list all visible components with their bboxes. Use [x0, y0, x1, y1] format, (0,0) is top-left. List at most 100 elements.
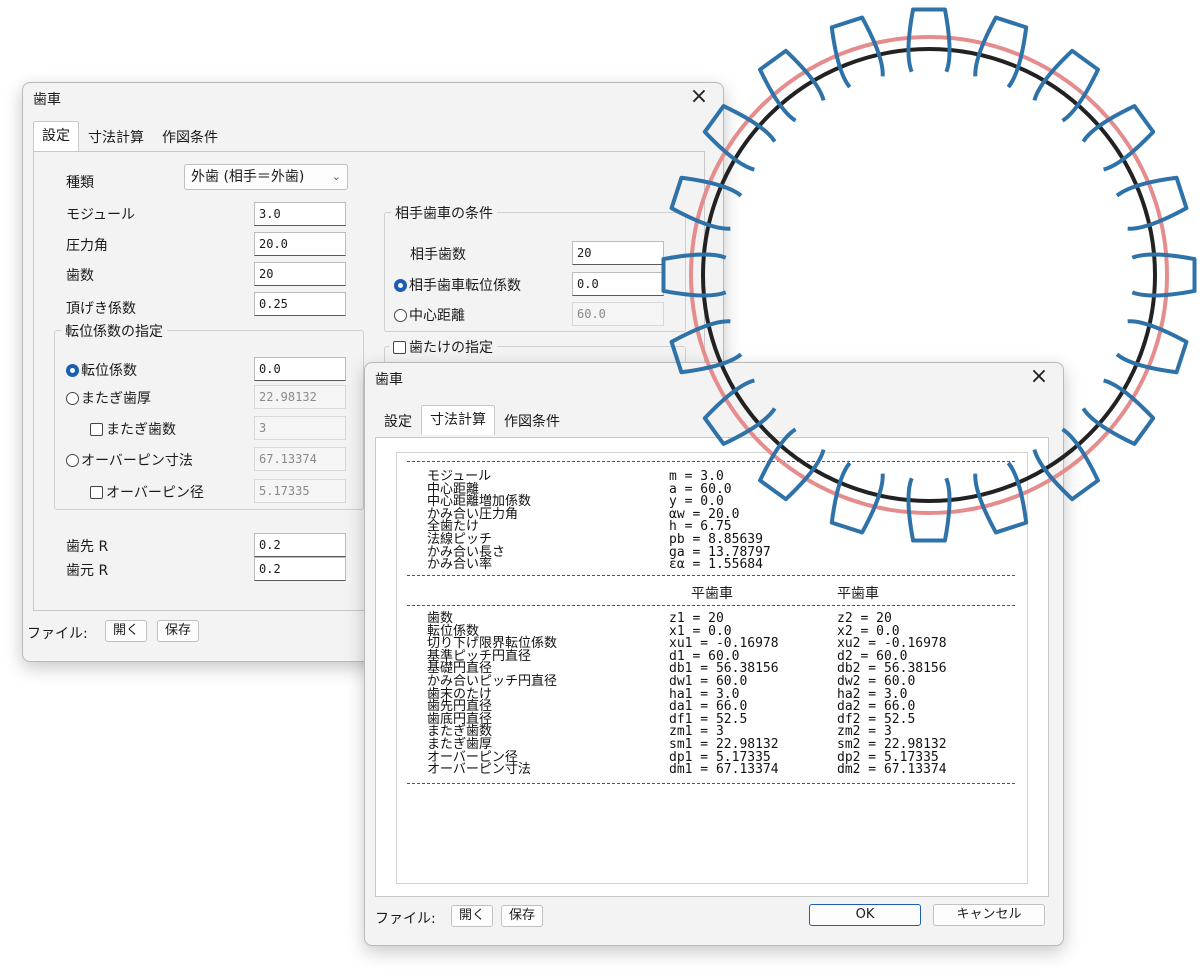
pin-diameter-input: 5.17335	[254, 479, 346, 503]
type-label: 種類	[66, 175, 94, 191]
radio-center-distance[interactable]: 中心距離	[394, 305, 465, 325]
divider	[407, 461, 1015, 462]
gear-tooth	[1032, 48, 1100, 123]
cancel-button[interactable]: キャンセル	[933, 904, 1045, 926]
teeth-count-label: 歯数	[66, 268, 94, 284]
gear-tooth	[758, 48, 826, 123]
tip-r-input[interactable]: 0.2	[254, 533, 346, 557]
tab-dimension-calc[interactable]: 寸法計算	[421, 405, 495, 435]
radio-mate-shift[interactable]: 相手歯車転位係数	[394, 275, 521, 295]
pressure-angle-input[interactable]: 20.0	[254, 232, 346, 256]
radio-span-thickness[interactable]: またぎ歯厚	[66, 388, 151, 408]
root-r-input[interactable]: 0.2	[254, 557, 346, 581]
tab-drawing-conditions[interactable]: 作図条件	[153, 123, 227, 151]
radio-icon	[66, 454, 79, 467]
close-icon[interactable]: ×	[685, 83, 713, 111]
radio-label: またぎ歯厚	[81, 391, 151, 407]
summary-names: モジュール 中心距離 中心距離増加係数 かみ合い圧力角 全歯たけ 法線ピッチ かみ合い長さか…	[427, 470, 531, 573]
checkbox-span-teeth[interactable]: またぎ歯数	[90, 419, 176, 439]
gear-tooth	[973, 15, 1029, 89]
pressure-angle-label: 圧力角	[66, 238, 108, 254]
calc-panel: モジュール 中心距離 中心距離増加係数 かみ合い圧力角 全歯たけ 法線ピッチ かみ合い長さか…	[375, 437, 1049, 897]
mate-teeth-label: 相手歯数	[410, 247, 466, 263]
detail-gear1-values: z1 = 20 x1 = 0.0 xu1 = -0.16978 d1 = 60.0 db…	[669, 612, 779, 778]
column-header-gear1: 平歯車	[691, 586, 733, 602]
radio-label: 転位係数	[81, 363, 137, 379]
summary-item-name: かみ合い率	[427, 557, 493, 573]
gear-tooth	[1115, 175, 1189, 231]
gear-tooth	[829, 15, 885, 89]
summary-values: m = 3.0 a = 60.0 y = 0.0 αw = 20.0 h = 6.75 p…	[669, 470, 771, 573]
close-icon[interactable]: ×	[1025, 363, 1053, 391]
divider	[407, 783, 1015, 784]
radio-label: 中心距離	[409, 308, 465, 324]
teeth-count-input[interactable]: 20	[254, 262, 346, 286]
divider	[407, 575, 1015, 576]
clearance-input[interactable]: 0.25	[254, 292, 346, 316]
tab-bar: 設定 寸法計算 作図条件	[375, 405, 569, 435]
detail-gear2-value: dm2 = 67.13374	[837, 762, 947, 778]
summary-item-value: εα = 1.55684	[669, 557, 763, 573]
divider	[407, 605, 1015, 606]
dialog-title: 歯車	[375, 372, 403, 388]
file-label: ファイル:	[375, 911, 436, 927]
shift-coefficient-input[interactable]: 0.0	[254, 357, 346, 381]
tip-r-label: 歯先 R	[66, 539, 109, 555]
radio-over-pin[interactable]: オーバーピン寸法	[66, 450, 193, 470]
dialog-title: 歯車	[33, 92, 61, 108]
chevron-down-icon: ⌄	[331, 170, 341, 183]
gear-dimension-dialog: 歯車 × 設定 寸法計算 作図条件 モジュール 中心距離 中心距離増加係数 かみ合い圧…	[364, 362, 1064, 946]
shift-group-title: 転位係数の指定	[61, 321, 167, 341]
detail-names: 歯数 転位係数 切り下げ限界転位係数 基準ピッチ円直径 基礎円直径 かみ合いピッチ円直径歯…	[427, 612, 557, 778]
open-button[interactable]: 開く	[451, 905, 493, 927]
tab-dimension-calc[interactable]: 寸法計算	[79, 123, 153, 151]
detail-item-name: オーバーピン寸法	[427, 762, 531, 778]
save-button[interactable]: 保存	[501, 905, 543, 927]
checkbox-label: 歯たけの指定	[409, 340, 493, 356]
mate-teeth-input[interactable]: 20	[572, 241, 664, 265]
tab-drawing-conditions[interactable]: 作図条件	[495, 407, 569, 435]
radio-selected-icon	[394, 279, 407, 292]
module-input[interactable]: 3.0	[254, 202, 346, 226]
mate-group-title: 相手歯車の条件	[391, 203, 497, 223]
checkbox-label: オーバーピン径	[106, 485, 204, 501]
radio-label: 相手歯車転位係数	[409, 278, 521, 294]
checkbox-icon	[393, 341, 406, 354]
save-button[interactable]: 保存	[157, 620, 199, 642]
radio-icon	[66, 392, 79, 405]
root-r-label: 歯元 R	[66, 563, 109, 579]
gear-tooth	[1131, 252, 1197, 298]
checkbox-icon	[90, 486, 103, 499]
file-label: ファイル:	[27, 626, 88, 642]
tab-bar: 設定 寸法計算 作図条件	[33, 121, 227, 151]
tooth-depth-checkbox[interactable]: 歯たけの指定	[389, 337, 497, 357]
gear-tooth	[1081, 104, 1156, 172]
ok-button[interactable]: OK	[809, 904, 921, 926]
mate-shift-input[interactable]: 0.0	[572, 272, 664, 296]
radio-label: オーバーピン寸法	[81, 453, 193, 469]
gear-tooth	[1115, 319, 1189, 375]
radio-selected-icon	[66, 364, 79, 377]
calc-results-box: モジュール 中心距離 中心距離増加係数 かみ合い圧力角 全歯たけ 法線ピッチ かみ合い長さか…	[396, 452, 1028, 884]
tab-settings[interactable]: 設定	[375, 407, 421, 435]
gear-tooth	[906, 7, 952, 73]
tab-settings[interactable]: 設定	[33, 121, 79, 151]
gear-type-select[interactable]: 外歯 (相手＝外歯) ⌄	[184, 164, 348, 190]
center-distance-input: 60.0	[572, 302, 664, 326]
column-header-gear2: 平歯車	[837, 586, 879, 602]
gear-tooth	[1081, 378, 1156, 446]
radio-shift-coefficient[interactable]: 転位係数	[66, 360, 137, 380]
span-teeth-input: 3	[254, 416, 346, 440]
clearance-label: 頂げき係数	[66, 301, 136, 317]
detail-gear2-values: z2 = 20 x2 = 0.0 xu2 = -0.16978 d2 = 60.0 db…	[837, 612, 947, 778]
open-button[interactable]: 開く	[105, 620, 147, 642]
checkbox-pin-diameter[interactable]: オーバーピン径	[90, 482, 204, 502]
detail-gear1-value: dm1 = 67.13374	[669, 762, 779, 778]
gear-type-value: 外歯 (相手＝外歯)	[191, 169, 305, 185]
checkbox-label: またぎ歯数	[106, 422, 176, 438]
radio-icon	[394, 309, 407, 322]
checkbox-icon	[90, 423, 103, 436]
over-pin-input: 67.13374	[254, 447, 346, 471]
module-label: モジュール	[66, 207, 136, 223]
span-thickness-input: 22.98132	[254, 385, 346, 409]
